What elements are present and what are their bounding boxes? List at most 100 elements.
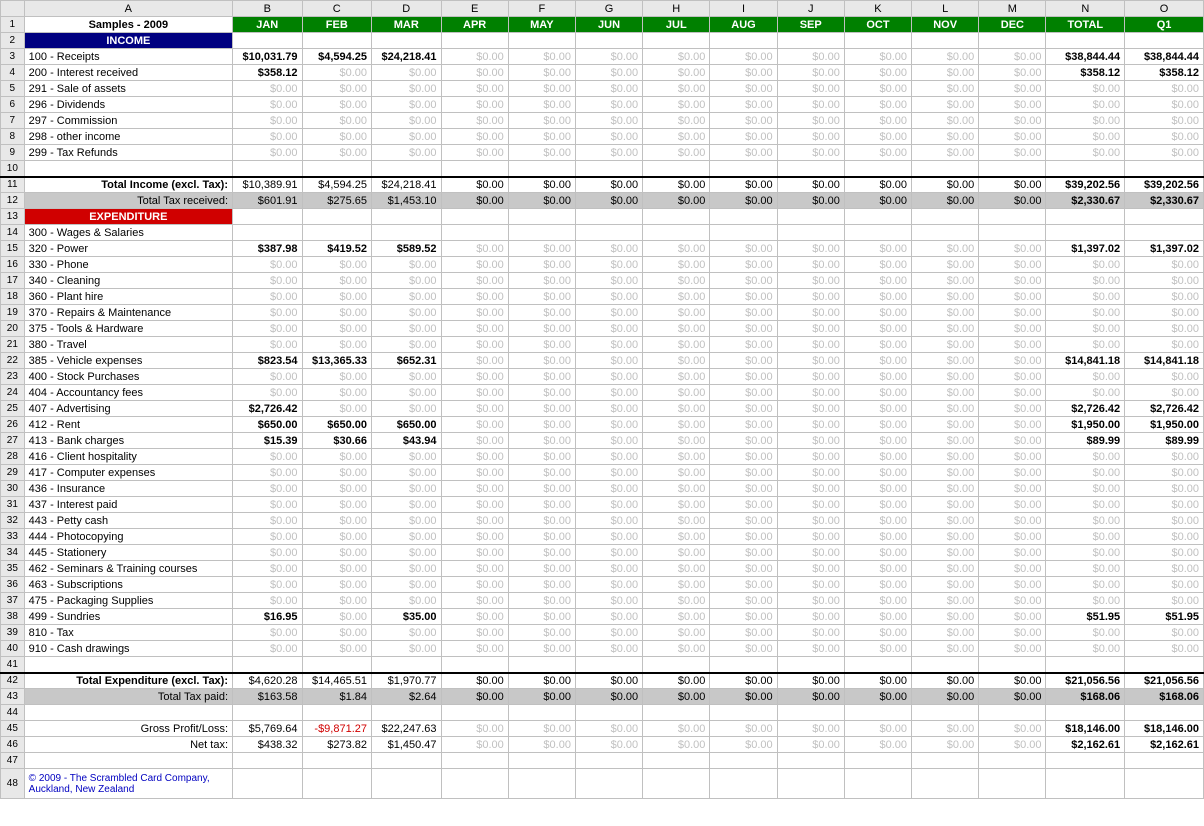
row-header[interactable]: 22 bbox=[1, 353, 25, 369]
row-header[interactable]: 14 bbox=[1, 225, 25, 241]
account-label[interactable]: 416 - Client hospitality bbox=[24, 449, 232, 465]
cell[interactable]: $0.00 bbox=[233, 449, 303, 465]
cell[interactable]: $0.00 bbox=[372, 449, 442, 465]
cell[interactable]: $0.00 bbox=[508, 305, 575, 321]
cell[interactable]: $0.00 bbox=[777, 257, 844, 273]
cell[interactable] bbox=[1046, 657, 1125, 673]
cell[interactable]: $0.00 bbox=[710, 513, 777, 529]
cell[interactable]: $0.00 bbox=[372, 625, 442, 641]
cell[interactable]: $0.00 bbox=[979, 673, 1046, 689]
cell[interactable]: $0.00 bbox=[777, 305, 844, 321]
cell[interactable]: $0.00 bbox=[233, 513, 303, 529]
cell[interactable]: $0.00 bbox=[302, 609, 372, 625]
cell[interactable]: $0.00 bbox=[1046, 513, 1125, 529]
cell[interactable]: $0.00 bbox=[575, 593, 642, 609]
cell[interactable]: $0.00 bbox=[912, 385, 979, 401]
cell[interactable]: $51.95 bbox=[1125, 609, 1204, 625]
cell[interactable]: $2,162.61 bbox=[1125, 737, 1204, 753]
cell[interactable]: $0.00 bbox=[441, 497, 508, 513]
cell[interactable]: $1,950.00 bbox=[1125, 417, 1204, 433]
cell[interactable]: $0.00 bbox=[508, 577, 575, 593]
row-header[interactable]: 44 bbox=[1, 705, 25, 721]
cell[interactable] bbox=[302, 161, 372, 177]
cell[interactable]: $0.00 bbox=[508, 673, 575, 689]
row-header[interactable]: 37 bbox=[1, 593, 25, 609]
cell[interactable]: $0.00 bbox=[710, 353, 777, 369]
cell[interactable]: $0.00 bbox=[1125, 289, 1204, 305]
cell[interactable] bbox=[24, 753, 232, 769]
cell[interactable]: $823.54 bbox=[233, 353, 303, 369]
cell[interactable] bbox=[441, 225, 508, 241]
cell[interactable]: $0.00 bbox=[441, 369, 508, 385]
cell[interactable]: $0.00 bbox=[441, 513, 508, 529]
cell[interactable] bbox=[979, 705, 1046, 721]
cell[interactable]: $0.00 bbox=[372, 289, 442, 305]
cell[interactable]: $0.00 bbox=[575, 145, 642, 161]
account-label[interactable]: 445 - Stationery bbox=[24, 545, 232, 561]
cell[interactable]: $0.00 bbox=[710, 177, 777, 193]
cell[interactable]: $0.00 bbox=[844, 273, 911, 289]
cell[interactable]: $0.00 bbox=[912, 673, 979, 689]
cell[interactable]: $650.00 bbox=[302, 417, 372, 433]
cell[interactable]: $0.00 bbox=[643, 193, 710, 209]
cell[interactable] bbox=[575, 209, 642, 225]
row-header[interactable]: 18 bbox=[1, 289, 25, 305]
cell[interactable] bbox=[508, 753, 575, 769]
cell[interactable]: $0.00 bbox=[302, 465, 372, 481]
cell[interactable]: $2,726.42 bbox=[1125, 401, 1204, 417]
cell[interactable] bbox=[233, 225, 303, 241]
cell[interactable]: $0.00 bbox=[979, 145, 1046, 161]
cell[interactable] bbox=[643, 225, 710, 241]
cell[interactable]: $1,397.02 bbox=[1046, 241, 1125, 257]
cell[interactable] bbox=[233, 657, 303, 673]
cell[interactable]: $0.00 bbox=[508, 257, 575, 273]
cell[interactable]: $0.00 bbox=[575, 737, 642, 753]
cell[interactable]: $0.00 bbox=[441, 561, 508, 577]
cell[interactable]: $0.00 bbox=[643, 625, 710, 641]
cell[interactable]: $4,620.28 bbox=[233, 673, 303, 689]
row-header[interactable]: 15 bbox=[1, 241, 25, 257]
cell[interactable]: $10,389.91 bbox=[233, 177, 303, 193]
cell[interactable]: $0.00 bbox=[441, 65, 508, 81]
cell[interactable] bbox=[844, 657, 911, 673]
cell[interactable] bbox=[24, 161, 232, 177]
cell[interactable]: $0.00 bbox=[508, 353, 575, 369]
cell[interactable]: $0.00 bbox=[508, 273, 575, 289]
cell[interactable] bbox=[302, 657, 372, 673]
cell[interactable] bbox=[233, 161, 303, 177]
cell[interactable] bbox=[643, 33, 710, 49]
month-header[interactable]: FEB bbox=[302, 17, 372, 33]
cell[interactable]: $30.66 bbox=[302, 433, 372, 449]
cell[interactable] bbox=[710, 769, 777, 799]
row-header[interactable]: 48 bbox=[1, 769, 25, 799]
cell[interactable]: $0.00 bbox=[575, 641, 642, 657]
cell[interactable]: $0.00 bbox=[979, 497, 1046, 513]
row-header[interactable]: 11 bbox=[1, 177, 25, 193]
cell[interactable] bbox=[844, 225, 911, 241]
cell[interactable]: $0.00 bbox=[912, 465, 979, 481]
cell[interactable]: $0.00 bbox=[912, 497, 979, 513]
cell[interactable] bbox=[233, 209, 303, 225]
cell[interactable]: $0.00 bbox=[912, 433, 979, 449]
cell[interactable] bbox=[710, 225, 777, 241]
cell[interactable]: $0.00 bbox=[777, 737, 844, 753]
cell[interactable]: $0.00 bbox=[710, 81, 777, 97]
cell[interactable]: $0.00 bbox=[979, 113, 1046, 129]
cell[interactable]: $275.65 bbox=[302, 193, 372, 209]
cell[interactable] bbox=[233, 753, 303, 769]
cell[interactable]: $0.00 bbox=[372, 321, 442, 337]
cell[interactable]: $0.00 bbox=[372, 593, 442, 609]
cell[interactable] bbox=[441, 705, 508, 721]
cell[interactable] bbox=[912, 209, 979, 225]
cell[interactable]: -$9,871.27 bbox=[302, 721, 372, 737]
row-header[interactable]: 2 bbox=[1, 33, 25, 49]
cell[interactable]: $0.00 bbox=[1125, 129, 1204, 145]
cell[interactable]: $0.00 bbox=[844, 401, 911, 417]
cell[interactable] bbox=[1125, 209, 1204, 225]
account-label[interactable]: 436 - Insurance bbox=[24, 481, 232, 497]
account-label[interactable]: 200 - Interest received bbox=[24, 65, 232, 81]
cell[interactable]: $0.00 bbox=[777, 689, 844, 705]
cell[interactable]: $0.00 bbox=[508, 433, 575, 449]
cell[interactable]: $0.00 bbox=[441, 305, 508, 321]
cell[interactable]: $0.00 bbox=[508, 241, 575, 257]
